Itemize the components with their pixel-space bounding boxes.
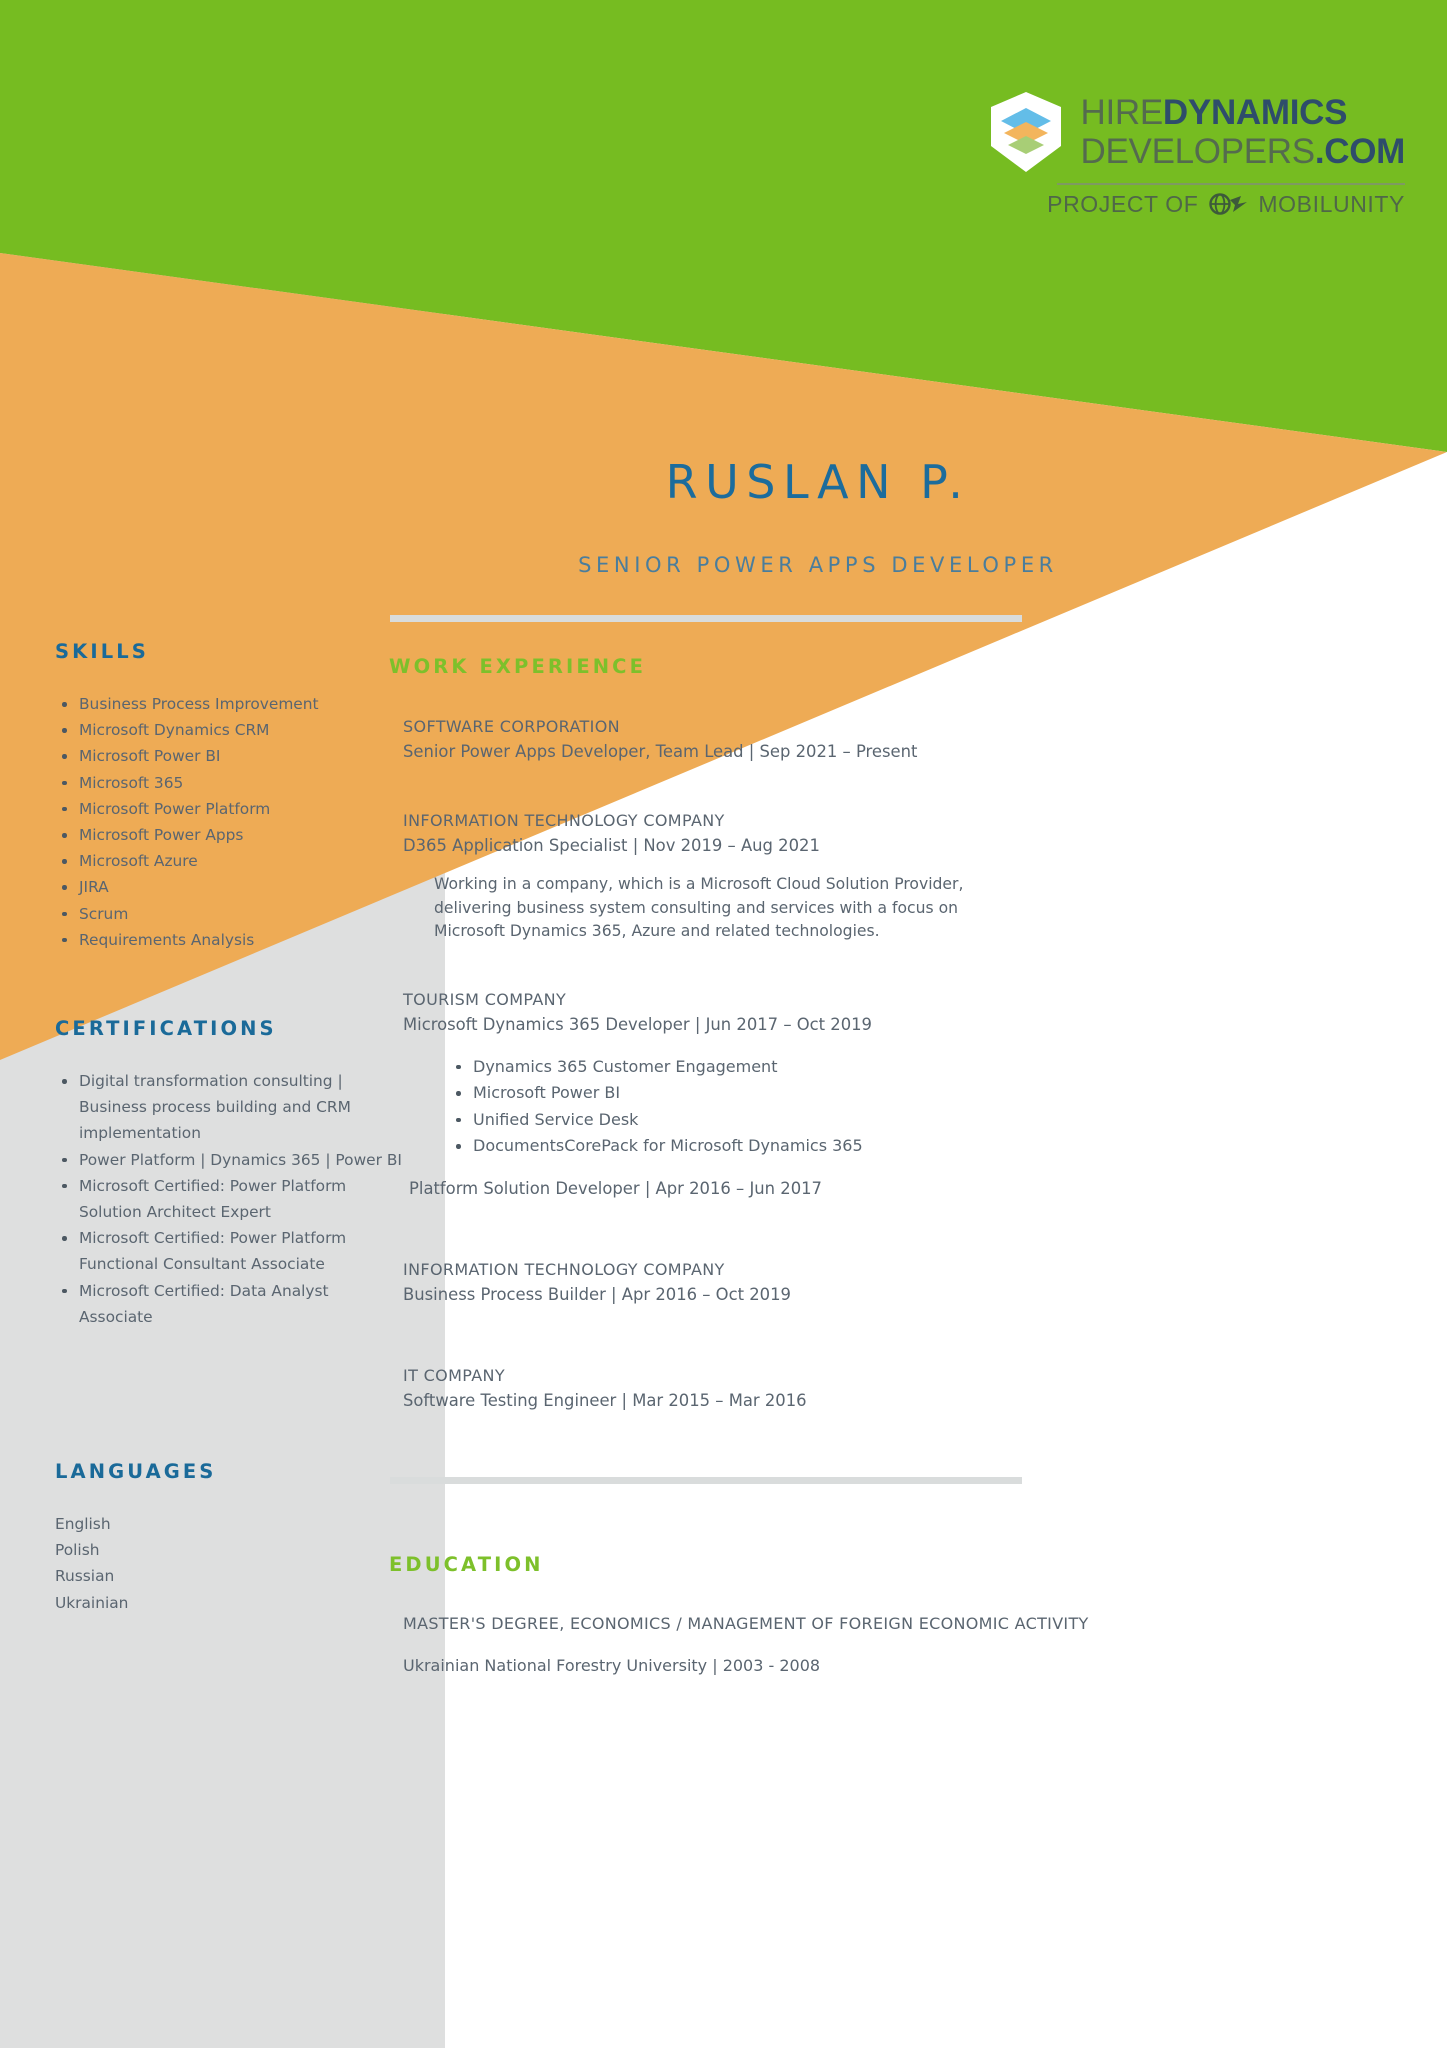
education-school: Ukrainian National Forestry University |… [403, 1656, 821, 1675]
logo-tagline-prefix: PROJECT OF [1047, 190, 1199, 217]
certification-item: Digital transformation consulting | Busi… [55, 1068, 405, 1147]
job-bullet-item: Microsoft Power BI [451, 1080, 1193, 1107]
divider-top [390, 615, 1022, 622]
languages-list: English Polish Russian Ukrainian [55, 1511, 405, 1616]
languages-section: LANGUAGES English Polish Russian Ukrainian [55, 1460, 405, 1616]
brand-logo: HIREDYNAMICS DEVELOPERS.COM PROJECT OF M… [985, 88, 1406, 218]
logo-divider-rule [1057, 183, 1405, 185]
education-heading: EDUCATION [389, 1553, 544, 1576]
language-item: Russian [55, 1567, 115, 1586]
logo-tagline-brand: MOBILUNITY [1258, 190, 1405, 217]
work-experience-entry: INFORMATION TECHNOLOGY COMPANY Business P… [403, 1258, 1193, 1338]
skill-item: Scrum [55, 901, 405, 927]
logo-wordmark: HIREDYNAMICS DEVELOPERS.COM [1081, 95, 1406, 169]
sidebar-content: SKILLS Business Process Improvement Micro… [0, 640, 445, 1616]
job-bullet-list: Dynamics 365 Customer Engagement Microsof… [451, 1054, 1193, 1160]
position-and-dates: Senior Power Apps Developer, Team Lead |… [403, 742, 918, 761]
logo-top-row: HIREDYNAMICS DEVELOPERS.COM [985, 88, 1406, 176]
work-experience-entry: INFORMATION TECHNOLOGY COMPANY D365 Appli… [403, 809, 1193, 962]
logo-dynamics-text: DYNAMICS [1162, 93, 1348, 132]
work-experience-list: SOFTWARE CORPORATION Senior Power Apps De… [403, 715, 1193, 1458]
education-degree: MASTER'S DEGREE, ECONOMICS / MANAGEMENT … [403, 1614, 1089, 1633]
certifications-heading: CERTIFICATIONS [55, 1017, 277, 1041]
work-experience-entry: TOURISM COMPANY Microsoft Dynamics 365 De… [403, 988, 1193, 1232]
skill-item: Microsoft 365 [55, 770, 405, 796]
skill-item: Requirements Analysis [55, 927, 405, 953]
skill-item: Microsoft Power BI [55, 743, 405, 769]
work-experience-entry: IT COMPANY Software Testing Engineer | Ma… [403, 1364, 1193, 1432]
sub-position-and-dates: Platform Solution Developer | Apr 2016 –… [409, 1178, 822, 1198]
job-title-subtitle: SENIOR POWER APPS DEVELOPER [578, 553, 1058, 577]
skill-item: Microsoft Azure [55, 848, 405, 874]
job-bullet-item: Dynamics 365 Customer Engagement [451, 1054, 1193, 1081]
skill-item: Business Process Improvement [55, 691, 405, 717]
logo-tagline: PROJECT OF MOBILUNITY [1047, 191, 1405, 218]
entry-spacer [403, 1308, 1193, 1338]
job-bullet-item: DocumentsCorePack for Microsoft Dynamics… [451, 1133, 1193, 1160]
certification-item: Microsoft Certified: Power Platform Solu… [55, 1173, 405, 1225]
layered-cube-icon [990, 92, 1061, 172]
page-title: RUSLAN P. [665, 455, 971, 509]
logo-developers-text: DEVELOPERS [1080, 132, 1316, 171]
company-name: INFORMATION TECHNOLOGY COMPANY [403, 1259, 725, 1279]
main-column: RUSLAN P. SENIOR POWER APPS DEVELOPER WO… [389, 0, 1447, 2048]
company-name: IT COMPANY [403, 1365, 505, 1385]
certification-item: Microsoft Certified: Power Platform Func… [55, 1225, 405, 1277]
skills-heading: SKILLS [55, 640, 149, 663]
logo-dotcom-text: .COM [1314, 132, 1405, 171]
entry-spacer [403, 1414, 1193, 1432]
skill-item: Microsoft Power Apps [55, 822, 405, 848]
company-name: SOFTWARE CORPORATION [403, 717, 620, 736]
logo-line-1: HIREDYNAMICS [1081, 95, 1406, 130]
work-experience-entry: SOFTWARE CORPORATION Senior Power Apps De… [403, 715, 1193, 783]
position-and-dates: Software Testing Engineer | Mar 2015 – M… [403, 1390, 807, 1410]
work-experience-heading: WORK EXPERIENCE [389, 655, 647, 678]
company-name: INFORMATION TECHNOLOGY COMPANY [403, 811, 725, 830]
entry-spacer [403, 765, 1193, 783]
divider-bottom [390, 1477, 1022, 1484]
skills-section: SKILLS Business Process Improvement Micro… [55, 640, 405, 953]
skills-list: Business Process Improvement Microsoft Dy… [55, 691, 405, 953]
entry-spacer [403, 1202, 1193, 1232]
job-description: Working in a company, which is a Microso… [434, 875, 964, 940]
skill-item: JIRA [55, 874, 405, 900]
languages-heading: LANGUAGES [55, 1460, 217, 1484]
certifications-section: CERTIFICATIONS Digital transformation co… [55, 1017, 405, 1330]
certifications-list: Digital transformation consulting | Busi… [55, 1068, 405, 1330]
certification-item: Microsoft Certified: Data Analyst Associ… [55, 1278, 405, 1330]
company-name: TOURISM COMPANY [403, 989, 567, 1009]
skill-item: Microsoft Dynamics CRM [55, 717, 405, 743]
language-item: Polish [55, 1541, 100, 1560]
certification-item: Power Platform | Dynamics 365 | Power BI [55, 1147, 405, 1173]
mobilunity-globe-icon [1209, 193, 1248, 215]
job-bullet-item: Unified Service Desk [451, 1107, 1193, 1134]
entry-spacer [403, 944, 1193, 962]
language-item: English [55, 1515, 111, 1534]
position-and-dates: Microsoft Dynamics 365 Developer | Jun 2… [403, 1014, 872, 1034]
skill-item: Microsoft Power Platform [55, 796, 405, 822]
education-block: MASTER'S DEGREE, ECONOMICS / MANAGEMENT … [403, 1612, 1193, 1678]
logo-hire-text: HIRE [1080, 93, 1164, 132]
logo-line-2: DEVELOPERS.COM [1081, 134, 1406, 169]
position-and-dates: D365 Application Specialist | Nov 2019 –… [403, 836, 820, 855]
position-and-dates: Business Process Builder | Apr 2016 – Oc… [403, 1284, 791, 1304]
language-item: Ukrainian [55, 1593, 129, 1612]
